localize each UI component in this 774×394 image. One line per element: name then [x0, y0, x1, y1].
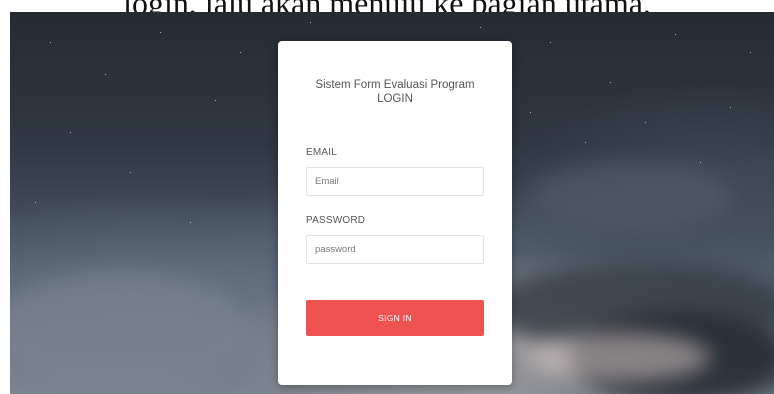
star: [700, 162, 701, 163]
password-input[interactable]: [306, 235, 484, 264]
sign-in-button[interactable]: SIGN IN: [306, 300, 484, 336]
cloud-shape: [530, 332, 710, 382]
star: [130, 172, 131, 173]
star: [70, 132, 71, 133]
app-name: Sistem Form Evaluasi Program: [315, 79, 475, 91]
page: login, lalu akan menuju ke bagian utama.…: [0, 0, 774, 394]
login-title: Sistem Form Evaluasi Program LOGIN: [278, 78, 512, 106]
login-heading: LOGIN: [377, 93, 413, 105]
star: [550, 42, 551, 43]
star: [750, 52, 751, 53]
star: [50, 42, 51, 43]
login-card: Sistem Form Evaluasi Program LOGIN EMAIL…: [278, 41, 512, 385]
star: [730, 107, 731, 108]
email-input[interactable]: [306, 167, 484, 196]
star: [105, 74, 106, 75]
email-label: EMAIL: [306, 147, 338, 158]
star: [35, 202, 36, 203]
star: [310, 22, 311, 23]
star: [215, 100, 216, 101]
star: [530, 112, 531, 113]
star: [240, 52, 241, 53]
star: [190, 222, 191, 223]
cloud-shape: [10, 272, 250, 392]
star: [585, 142, 586, 143]
star: [645, 122, 646, 123]
cloud-shape: [530, 162, 730, 232]
star: [480, 27, 481, 28]
star: [610, 82, 611, 83]
star: [675, 34, 676, 35]
star: [160, 32, 161, 33]
password-label: PASSWORD: [306, 215, 366, 226]
